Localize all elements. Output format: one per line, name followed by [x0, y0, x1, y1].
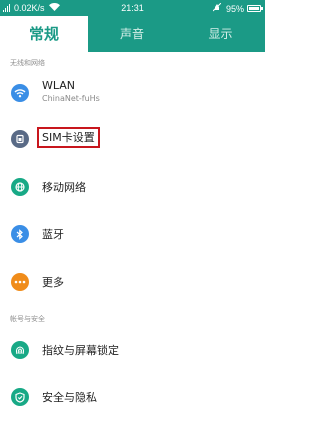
mobile-network-label: 移动网络 [42, 181, 86, 194]
status-bar: 0.02K/s 21:31 95% [0, 0, 265, 16]
wlan-network-name: ChinaNet-fuHs [42, 94, 100, 103]
sim-settings-label: SIM卡设置 [37, 127, 100, 148]
settings-item-bluetooth[interactable]: 蓝牙 [0, 211, 265, 257]
section-header-wireless: 无线和网络 [10, 59, 45, 67]
settings-item-wlan[interactable]: WLAN ChinaNet-fuHs [0, 70, 265, 116]
settings-item-more[interactable]: 更多 [0, 259, 265, 305]
section-header-accounts-security: 帐号与安全 [10, 315, 45, 323]
wifi-icon [11, 84, 29, 102]
settings-item-security-privacy[interactable]: 安全与隐私 [0, 374, 265, 420]
settings-item-mobile-network[interactable]: 移动网络 [0, 164, 265, 210]
battery-icon [247, 5, 263, 12]
more-label: 更多 [42, 276, 64, 289]
settings-item-fingerprint[interactable]: 指纹与屏幕锁定 [0, 327, 265, 373]
mobile-network-icon [11, 178, 29, 196]
bluetooth-label: 蓝牙 [42, 228, 64, 241]
battery-percent: 95% [225, 3, 244, 14]
bluetooth-icon [11, 225, 29, 243]
shield-icon [11, 388, 29, 406]
more-icon [11, 273, 29, 291]
tab-display[interactable]: 显示 [176, 16, 265, 52]
fingerprint-lock-label: 指纹与屏幕锁定 [42, 344, 119, 357]
status-right: 95% [212, 2, 263, 14]
highlight-box: SIM卡设置 [37, 127, 100, 148]
sim-card-icon [11, 130, 29, 148]
tab-general[interactable]: 常规 [0, 16, 88, 52]
mute-icon [212, 2, 222, 14]
wlan-label: WLAN [42, 79, 76, 92]
tab-bar: 常规 声音 显示 [0, 16, 265, 52]
tab-sound[interactable]: 声音 [88, 16, 176, 52]
settings-item-sim[interactable]: SIM卡设置 [0, 116, 265, 162]
fingerprint-icon [11, 341, 29, 359]
security-privacy-label: 安全与隐私 [42, 391, 97, 404]
